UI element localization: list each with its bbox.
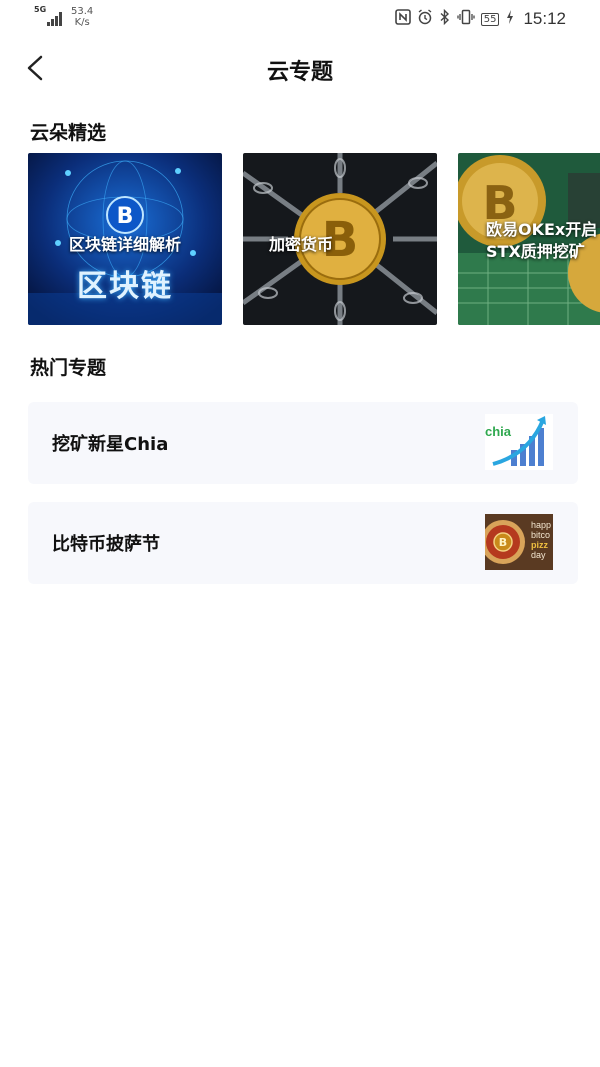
featured-card-label: 区块链详细解析 xyxy=(68,235,181,254)
featured-carousel[interactable]: B 区块链详细解析 区块链 B 加密货币 B 欧易OKEx开启 STX质押挖矿 xyxy=(28,153,600,326)
featured-card-label: STX质押挖矿 xyxy=(486,242,585,261)
hot-topics-section-title: 热门专题 xyxy=(30,357,107,379)
featured-card-blockchain[interactable]: B 区块链详细解析 区块链 xyxy=(28,153,222,325)
svg-text:B: B xyxy=(499,536,507,549)
thumb-line: pizz xyxy=(531,540,548,550)
pizza-thumbnail: B happ bitco pizz day xyxy=(485,514,553,570)
topic-item[interactable]: 比特币披萨节 B happ bitco pizz day xyxy=(28,502,578,584)
featured-card-label: 欧易OKEx开启 xyxy=(486,220,598,239)
topic-item[interactable]: 挖矿新星Chia chia xyxy=(28,402,578,484)
alarm-icon xyxy=(417,9,433,29)
network-type: 5G xyxy=(34,5,47,14)
speed-unit: K/s xyxy=(74,17,90,28)
charging-icon xyxy=(505,9,515,29)
featured-card-label-group: 欧易OKEx开启 STX质押挖矿 xyxy=(486,219,600,263)
network-speed: 53.4 K/s xyxy=(71,6,93,28)
thumb-text: chia xyxy=(485,424,512,439)
svg-text:B: B xyxy=(117,204,134,229)
thumb-caption: happ bitco pizz day xyxy=(531,520,551,560)
topic-title: 挖矿新星Chia xyxy=(52,434,169,455)
chia-thumbnail: chia xyxy=(485,414,553,470)
page-title: 云专题 xyxy=(266,60,333,85)
thumb-line: day xyxy=(531,550,546,560)
speed-value: 53.4 xyxy=(71,6,94,17)
thumb-line: happ xyxy=(531,520,552,530)
battery-indicator: 55 xyxy=(480,12,500,26)
nfc-icon xyxy=(394,9,411,29)
nav-bar: 云专题 xyxy=(0,44,600,94)
topic-title: 比特币披萨节 xyxy=(52,534,160,555)
thumb-line: bitco xyxy=(531,530,551,540)
clock: 15:12 xyxy=(523,9,566,28)
signal-icon xyxy=(47,12,63,26)
bluetooth-icon xyxy=(439,8,451,29)
featured-section-title: 云朵精选 xyxy=(30,122,107,144)
image-caption: 区块链 xyxy=(77,269,173,304)
status-bar: 5G 53.4 K/s 55 15:12 xyxy=(0,0,600,36)
featured-card-label: 加密货币 xyxy=(269,235,334,254)
vibrate-icon xyxy=(457,9,475,29)
featured-card-okex[interactable]: B 欧易OKEx开启 STX质押挖矿 xyxy=(458,153,600,325)
featured-card-crypto[interactable]: B 加密货币 xyxy=(243,153,437,325)
